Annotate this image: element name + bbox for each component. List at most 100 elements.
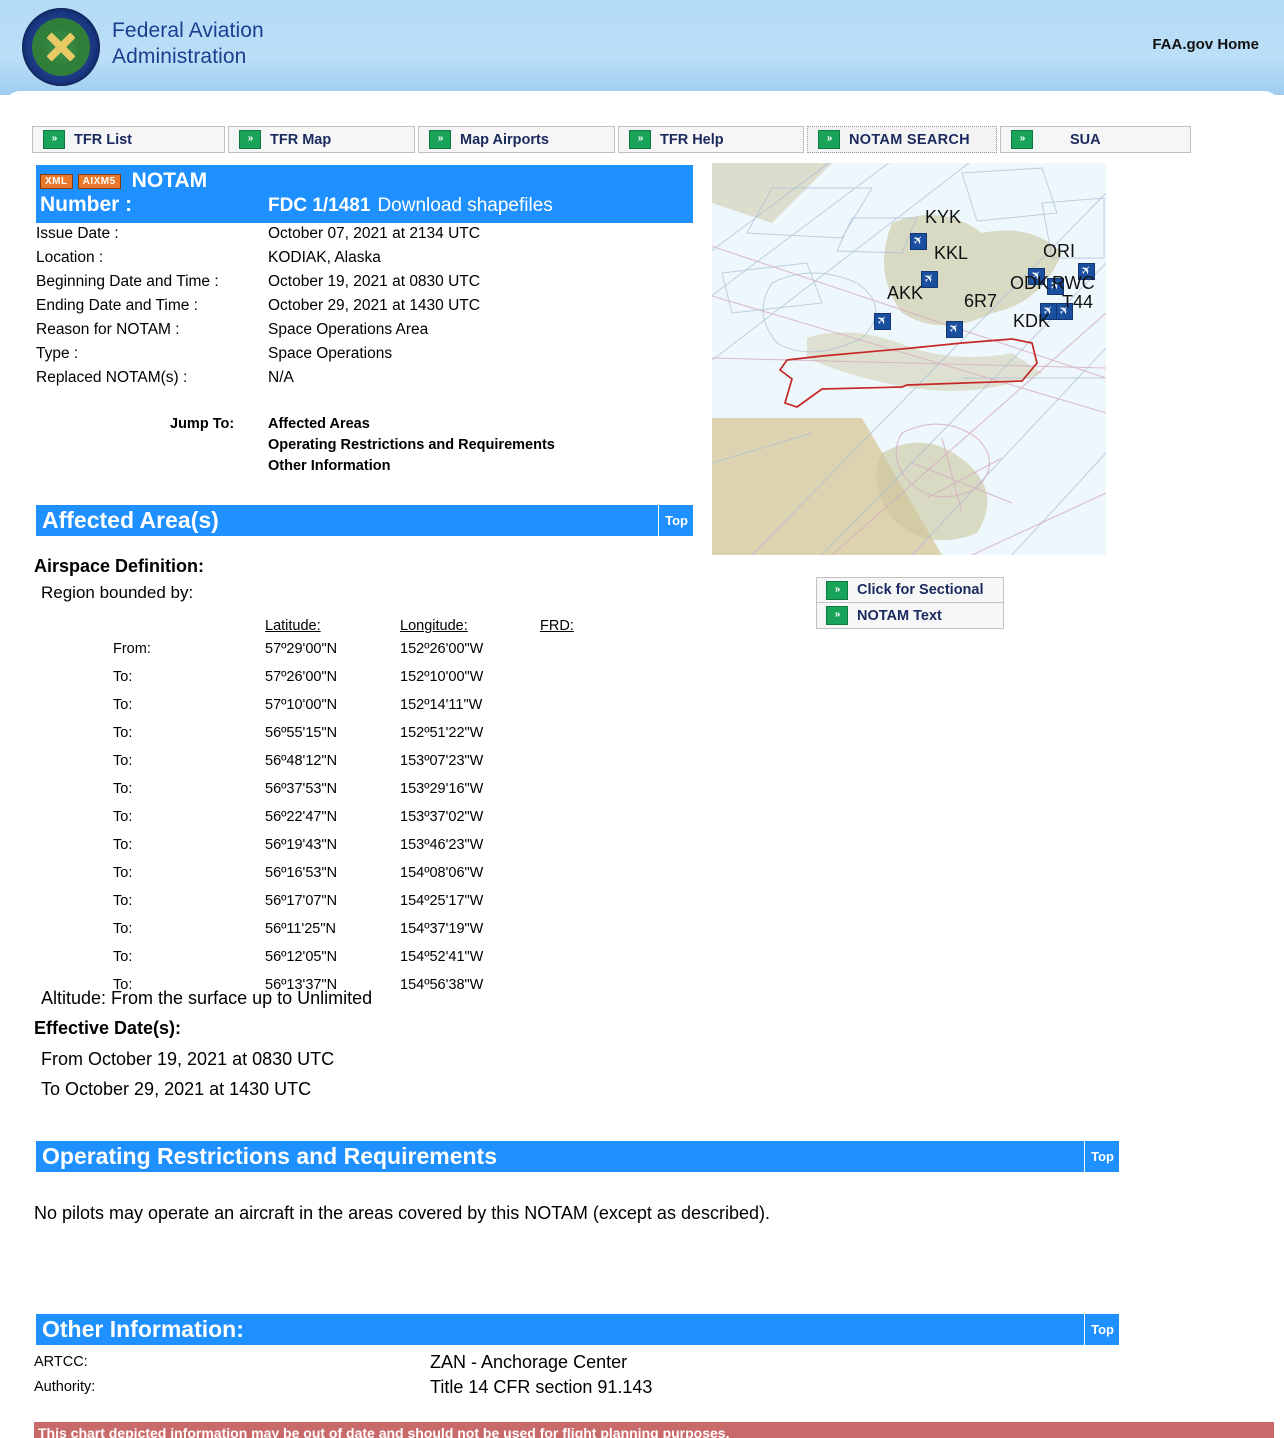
section-header-other-information: Other Information: Top bbox=[36, 1314, 1119, 1345]
airport-label-kkl: KKL bbox=[934, 243, 969, 263]
table-row: To: 56º12'05"N 154º52'41"W bbox=[113, 949, 620, 977]
cell-longitude: 152º51'22"W bbox=[400, 725, 484, 741]
effective-date-from: From October 19, 2021 at 0830 UTC bbox=[41, 1049, 335, 1069]
chevron-right-icon: » bbox=[239, 130, 261, 149]
jump-link-operating-restrictions[interactable]: Operating Restrictions and Requirements bbox=[268, 435, 555, 456]
back-to-top-link[interactable]: Top bbox=[1084, 1141, 1119, 1172]
cell-frd bbox=[540, 949, 620, 977]
meta-key: Issue Date : bbox=[36, 225, 119, 242]
tfr-map-thumbnail[interactable]: KYK KKL AKK 6R7 ORI ODK RWC T44 KDK bbox=[712, 163, 1106, 555]
cell-frd bbox=[540, 753, 620, 781]
section-title: Operating Restrictions and Requirements bbox=[42, 1143, 497, 1169]
airspace-definition-title: Airspace Definition: bbox=[34, 556, 205, 576]
nav-tab-map-airports[interactable]: » Map Airports bbox=[418, 126, 615, 153]
back-to-top-link[interactable]: Top bbox=[1084, 1314, 1119, 1345]
table-row: To: 56º48'12"N 153º07'23"W bbox=[113, 753, 620, 781]
cell-latitude: 56º11'25"N bbox=[265, 921, 336, 937]
region-bounded-label: Region bounded by: bbox=[41, 583, 194, 602]
airport-icon-akk bbox=[874, 313, 891, 330]
jump-to-links: Affected Areas Operating Restrictions an… bbox=[268, 414, 555, 477]
table-row: To: 57º10'00"N 152º14'11"W bbox=[113, 697, 620, 725]
meta-value: October 07, 2021 at 2134 UTC bbox=[268, 225, 480, 242]
airport-icon-kkl bbox=[921, 271, 938, 288]
cell-longitude: 153º07'23"W bbox=[400, 753, 484, 769]
notam-text-button[interactable]: » NOTAM Text bbox=[816, 603, 1004, 629]
table-row: To: 56º17'07"N 154º25'17"W bbox=[113, 893, 620, 921]
chevron-right-icon: » bbox=[429, 130, 451, 149]
cell-frd bbox=[540, 669, 620, 697]
aixm5-badge[interactable]: AIXM5 bbox=[77, 173, 121, 189]
airport-label-t44: T44 bbox=[1062, 292, 1094, 312]
meta-key: Reason for NOTAM : bbox=[36, 321, 180, 338]
table-row: To: 56º19'43"N 153º46'23"W bbox=[113, 837, 620, 865]
cell-longitude: 153º37'02"W bbox=[400, 809, 484, 825]
table-row: To: 56º22'47"N 153º37'02"W bbox=[113, 809, 620, 837]
cell-frd bbox=[540, 837, 620, 865]
cell-longitude: 154º08'06"W bbox=[400, 865, 484, 881]
download-shapefiles-link[interactable]: Download shapefiles bbox=[377, 195, 552, 216]
faa-gov-home-link[interactable]: FAA.gov Home bbox=[1152, 36, 1259, 53]
back-to-top-link[interactable]: Top bbox=[658, 505, 693, 536]
jump-to-block: Jump To: Affected Areas Operating Restri… bbox=[170, 414, 555, 477]
meta-row-type: Type : Space Operations bbox=[36, 342, 480, 366]
jump-link-affected-areas[interactable]: Affected Areas bbox=[268, 414, 555, 435]
chevron-right-icon: » bbox=[826, 580, 848, 600]
cell-frd bbox=[540, 697, 620, 725]
click-for-sectional-button[interactable]: » Click for Sectional bbox=[816, 577, 1004, 603]
cell-direction: To: bbox=[113, 837, 133, 853]
meta-value: N/A bbox=[268, 369, 294, 386]
nav-tab-tfr-list[interactable]: » TFR List bbox=[32, 126, 225, 153]
meta-row-reason: Reason for NOTAM : Space Operations Area bbox=[36, 318, 480, 342]
cell-longitude: 154º37'19"W bbox=[400, 921, 484, 937]
cell-latitude: 56º16'53"N bbox=[265, 865, 338, 881]
nav-tab-tfr-help[interactable]: » TFR Help bbox=[618, 126, 804, 153]
nav-tab-tfr-map[interactable]: » TFR Map bbox=[228, 126, 415, 153]
effective-date-to: To October 29, 2021 at 1430 UTC bbox=[41, 1079, 312, 1099]
cell-latitude: 56º12'05"N bbox=[265, 949, 338, 965]
other-value: Title 14 CFR section 91.143 bbox=[430, 1377, 653, 1397]
button-label: Click for Sectional bbox=[857, 582, 984, 598]
table-header-row: Latitude: Longitude: FRD: bbox=[113, 618, 620, 641]
nav-tab-sua[interactable]: » SUA bbox=[1000, 126, 1191, 153]
meta-row-ending: Ending Date and Time : October 29, 2021 … bbox=[36, 294, 480, 318]
chevron-right-icon: » bbox=[826, 606, 848, 625]
section-header-affected-areas: Affected Area(s) Top bbox=[36, 505, 693, 536]
cell-frd bbox=[540, 809, 620, 837]
notam-number-value: FDC 1/1481 bbox=[268, 195, 371, 216]
cell-latitude: 57º29'00"N bbox=[265, 641, 338, 657]
nav-tab-notam-search[interactable]: » NOTAM SEARCH bbox=[807, 126, 997, 153]
airport-label-ori: ORI bbox=[1043, 241, 1076, 261]
jump-link-other-information[interactable]: Other Information bbox=[268, 456, 555, 477]
chevron-right-icon: » bbox=[818, 130, 840, 149]
cell-direction: To: bbox=[113, 753, 133, 769]
meta-key: Location : bbox=[36, 249, 104, 266]
airport-icon-kyk bbox=[910, 233, 927, 250]
xml-badge[interactable]: XML bbox=[40, 173, 73, 189]
meta-key: Beginning Date and Time : bbox=[36, 273, 219, 290]
chevron-right-icon: » bbox=[43, 130, 65, 149]
nav-tab-label: Map Airports bbox=[460, 131, 549, 148]
airport-label-6r7: 6R7 bbox=[964, 291, 998, 311]
jump-to-label: Jump To: bbox=[170, 416, 235, 432]
cell-latitude: 56º55'15"N bbox=[265, 725, 338, 741]
other-key: Authority: bbox=[34, 1379, 96, 1395]
meta-key: Type : bbox=[36, 345, 79, 362]
cell-direction: To: bbox=[113, 949, 133, 965]
table-row: To: 56º37'53"N 153º29'16"W bbox=[113, 781, 620, 809]
cell-latitude: 56º22'47"N bbox=[265, 809, 338, 825]
nav-tab-label: TFR Help bbox=[660, 131, 724, 148]
cell-frd bbox=[540, 865, 620, 893]
cell-longitude: 152º14'11"W bbox=[400, 697, 483, 713]
agency-title: Federal Aviation Administration bbox=[112, 18, 264, 70]
section-title: Other Information: bbox=[42, 1316, 244, 1342]
section-title: Affected Area(s) bbox=[42, 507, 219, 533]
cell-direction: To: bbox=[113, 781, 133, 797]
altitude-text: Altitude: From the surface up to Unlimit… bbox=[41, 988, 373, 1008]
notam-header-line2: Number : FDC 1/1481 Download shapefiles bbox=[36, 193, 693, 217]
table-row: To: 56º16'53"N 154º08'06"W bbox=[113, 865, 620, 893]
notam-header-line1: XML AIXM5 NOTAM bbox=[36, 169, 693, 193]
table-row: To: 56º55'15"N 152º51'22"W bbox=[113, 725, 620, 753]
meta-key: Ending Date and Time : bbox=[36, 297, 198, 314]
cell-frd bbox=[540, 977, 620, 1005]
cell-direction: To: bbox=[113, 669, 133, 685]
